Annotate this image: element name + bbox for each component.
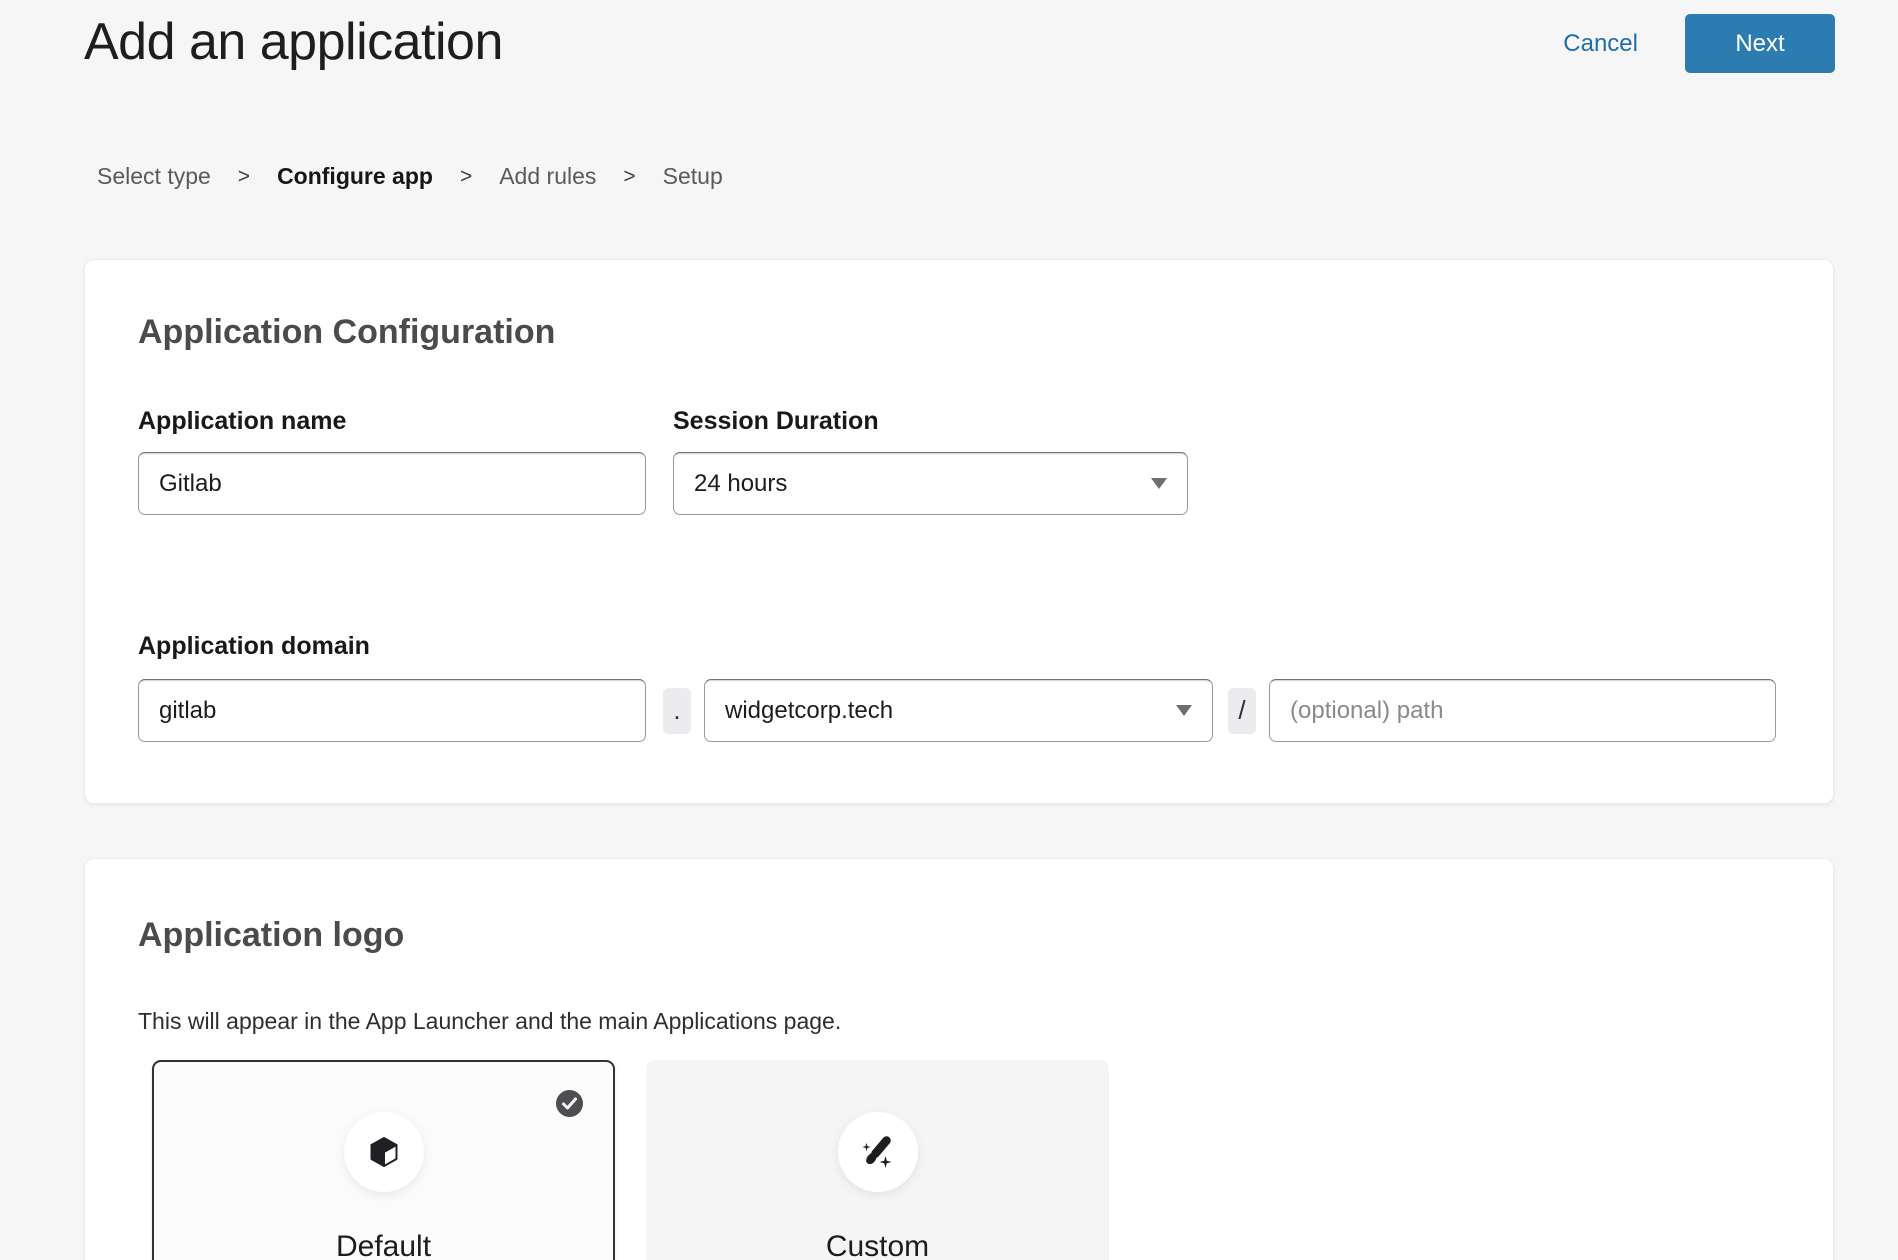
application-name-input[interactable]: [138, 452, 646, 515]
session-duration-field: Session Duration 24 hours: [673, 406, 1188, 515]
check-badge: [556, 1090, 583, 1117]
logo-options: Default Custom: [152, 1060, 1776, 1260]
breadcrumb: Select type > Configure app > Add rules …: [97, 163, 1898, 190]
dot-separator: .: [663, 688, 691, 734]
header-actions: Cancel Next: [1563, 14, 1835, 73]
paintbrush-icon: [858, 1132, 898, 1172]
session-duration-label: Session Duration: [673, 406, 1188, 436]
application-name-field: Application name: [138, 406, 646, 515]
session-duration-value: 24 hours: [694, 470, 787, 498]
configuration-card-title: Application Configuration: [138, 312, 1776, 352]
chevron-down-icon: [1176, 705, 1192, 716]
next-button[interactable]: Next: [1685, 14, 1835, 73]
check-icon: [556, 1090, 583, 1117]
application-configuration-card: Application Configuration Application na…: [84, 259, 1834, 804]
session-duration-select[interactable]: 24 hours: [673, 452, 1188, 515]
application-domain-label: Application domain: [138, 631, 1776, 661]
logo-card-title: Application logo: [138, 915, 1776, 955]
add-application-page: Add an application Cancel Next Select ty…: [0, 0, 1898, 1260]
logo-option-label: Default: [336, 1230, 431, 1260]
default-logo-circle: [344, 1112, 424, 1192]
cancel-button[interactable]: Cancel: [1563, 30, 1638, 58]
slash-separator: /: [1228, 688, 1256, 734]
breadcrumb-step-add-rules[interactable]: Add rules: [499, 163, 596, 190]
domain-select-value: widgetcorp.tech: [725, 697, 893, 725]
custom-logo-circle: [838, 1112, 918, 1192]
breadcrumb-step-configure-app[interactable]: Configure app: [277, 163, 433, 190]
application-name-label: Application name: [138, 406, 646, 436]
logo-card-description: This will appear in the App Launcher and…: [138, 1007, 1776, 1035]
breadcrumb-step-setup[interactable]: Setup: [663, 163, 723, 190]
path-input[interactable]: [1269, 679, 1776, 742]
page-content: Application Configuration Application na…: [0, 259, 1898, 1260]
logo-option-default[interactable]: Default: [152, 1060, 615, 1260]
logo-option-label: Custom: [826, 1230, 929, 1260]
cube-icon: [365, 1133, 403, 1171]
page-title: Add an application: [84, 14, 503, 71]
application-logo-card: Application logo This will appear in the…: [84, 858, 1834, 1260]
page-header: Add an application Cancel Next: [0, 0, 1898, 73]
breadcrumb-separator: >: [460, 165, 472, 189]
domain-select[interactable]: widgetcorp.tech: [704, 679, 1213, 742]
breadcrumb-separator: >: [238, 165, 250, 189]
chevron-down-icon: [1151, 478, 1167, 489]
subdomain-input[interactable]: [138, 679, 646, 742]
breadcrumb-step-select-type[interactable]: Select type: [97, 163, 211, 190]
logo-option-custom[interactable]: Custom: [646, 1060, 1109, 1260]
name-session-row: Application name Session Duration 24 hou…: [138, 406, 1776, 515]
application-domain-row: . widgetcorp.tech /: [138, 679, 1776, 742]
breadcrumb-separator: >: [623, 165, 635, 189]
